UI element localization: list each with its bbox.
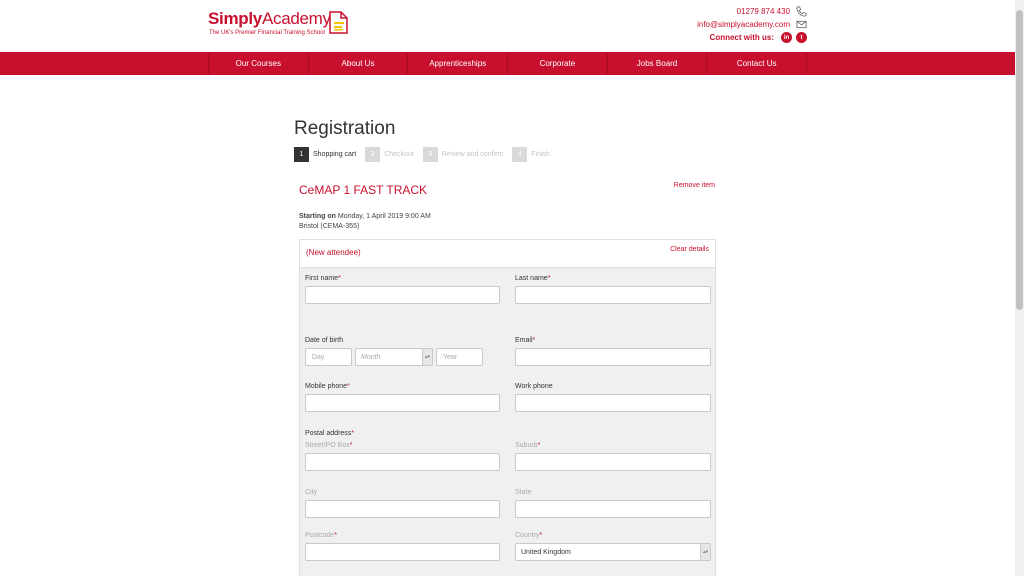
postcode-label: Postcode* <box>305 532 337 539</box>
postcode-label-text: Postcode <box>305 532 335 539</box>
logo-name-bold: Simply <box>208 9 262 28</box>
email-link[interactable]: info@simplyacademy.com <box>697 20 790 29</box>
scrollbar-thumb[interactable] <box>1016 10 1023 310</box>
country-select[interactable]: United Kingdom ▴▾ <box>515 543 711 561</box>
attendee-title: (New attendee) <box>306 248 361 257</box>
attendee-form: (New attendee) Clear details First name*… <box>299 239 716 576</box>
mail-icon <box>796 20 807 29</box>
street-label: Street/PO Box* <box>305 442 352 449</box>
city-input[interactable] <box>305 500 500 518</box>
site-header: SimplyAcademy The UK's Premier Financial… <box>0 0 1015 51</box>
document-logo-icon <box>329 11 348 34</box>
country-label-text: Country <box>515 532 540 539</box>
step-label: Review and confirm <box>441 151 504 158</box>
postal-label-text: Postal address <box>305 430 352 437</box>
email-label: Email* <box>515 337 535 344</box>
chevron-updown-icon: ▴▾ <box>700 544 710 560</box>
required-mark: * <box>547 275 551 282</box>
required-mark: * <box>338 275 341 282</box>
required-mark: * <box>537 442 541 449</box>
nav-about-us[interactable]: About Us <box>307 52 408 75</box>
logo[interactable]: SimplyAcademy The UK's Premier Financial… <box>208 9 353 43</box>
required-mark: * <box>349 442 353 449</box>
step-shopping-cart: 1 Shopping cart <box>294 147 356 162</box>
connect-label: Connect with us: <box>709 33 774 42</box>
step-number: 4 <box>512 147 528 162</box>
postcode-input[interactable] <box>305 543 500 561</box>
contact-block: 01279 874 430 info@simplyacademy.com Con… <box>697 5 807 44</box>
step-number: 2 <box>365 147 381 162</box>
attendee-header: (New attendee) Clear details <box>300 240 715 268</box>
state-label: State <box>515 489 532 496</box>
starting-label: Starting on <box>299 213 336 220</box>
course-location: Bristol (CEMA-355) <box>299 223 360 230</box>
dob-year-input[interactable] <box>436 348 483 366</box>
page: SimplyAcademy The UK's Premier Financial… <box>0 0 1015 576</box>
dob-day-input[interactable] <box>305 348 352 366</box>
starting-value: Monday, 1 April 2019 9:00 AM <box>337 213 431 220</box>
work-phone-input[interactable] <box>515 394 711 412</box>
page-title: Registration <box>294 118 396 139</box>
work-phone-label: Work phone <box>515 383 553 390</box>
step-review-and-confirm: 3 Review and confirm <box>422 147 504 162</box>
mobile-phone-input[interactable] <box>305 394 500 412</box>
course-start-info: Starting on Monday, 1 April 2019 9:00 AM… <box>299 212 431 232</box>
street-input[interactable] <box>305 453 500 471</box>
phone-number[interactable]: 01279 874 430 <box>737 7 790 16</box>
logo-tagline: The UK's Premier Financial Training Scho… <box>209 30 325 36</box>
nav-our-courses[interactable]: Our Courses <box>208 52 308 75</box>
required-mark: * <box>334 532 337 539</box>
twitter-icon[interactable]: t <box>796 32 807 43</box>
nav-corporate[interactable]: Corporate <box>507 52 607 75</box>
registration-content: Registration 1 Shopping cart 2 Checkout … <box>294 118 724 576</box>
step-number: 3 <box>422 147 438 162</box>
mobile-phone-label: Mobile phone* <box>305 383 350 390</box>
step-checkout: 2 Checkout <box>365 147 414 162</box>
step-label: Checkout <box>384 151 414 158</box>
step-number: 1 <box>294 147 309 162</box>
remove-item-link[interactable]: Remove item <box>674 182 715 189</box>
suburb-label-text: Suburb <box>515 442 538 449</box>
logo-name: SimplyAcademy <box>208 9 331 29</box>
step-label: Finish <box>531 151 550 158</box>
required-mark: * <box>347 383 350 390</box>
nav-apprenticeships[interactable]: Apprenticeships <box>407 52 507 75</box>
linkedin-icon[interactable]: in <box>781 32 792 43</box>
last-name-input[interactable] <box>515 286 711 304</box>
required-mark: * <box>532 337 536 344</box>
nav-contact-us[interactable]: Contact Us <box>706 52 808 75</box>
required-mark: * <box>351 430 355 437</box>
registration-steps: 1 Shopping cart 2 Checkout 3 Review and … <box>294 147 559 162</box>
dob-label: Date of birth <box>305 337 344 344</box>
step-finish: 4 Finish <box>512 147 550 162</box>
country-label: Country* <box>515 532 542 539</box>
last-name-label-text: Last name <box>515 275 548 282</box>
phone-icon <box>796 6 807 17</box>
state-input[interactable] <box>515 500 711 518</box>
email-input[interactable] <box>515 348 711 366</box>
course-title: CeMAP 1 FAST TRACK <box>299 183 428 197</box>
last-name-label: Last name* <box>515 275 550 282</box>
first-name-label: First name* <box>305 275 341 282</box>
page-scrollbar[interactable] <box>1015 0 1024 576</box>
email-label-text: Email <box>515 337 533 344</box>
nav-jobs-board[interactable]: Jobs Board <box>606 52 707 75</box>
first-name-label-text: First name <box>305 275 339 282</box>
dob-month-select[interactable]: Month ▴▾ <box>355 348 433 366</box>
clear-details-link[interactable]: Clear details <box>670 246 709 253</box>
postal-address-label: Postal address* <box>305 430 354 437</box>
month-placeholder: Month <box>361 353 381 361</box>
street-label-text: Street/PO Box <box>305 442 350 449</box>
mobile-label-text: Mobile phone <box>305 383 348 390</box>
logo-name-rest: Academy <box>261 9 331 28</box>
required-mark: * <box>539 532 543 539</box>
country-value: United Kingdom <box>521 548 571 556</box>
chevron-updown-icon: ▴▾ <box>422 349 432 365</box>
city-label: City <box>305 489 318 496</box>
first-name-input[interactable] <box>305 286 500 304</box>
step-label: Shopping cart <box>313 151 357 158</box>
suburb-input[interactable] <box>515 453 711 471</box>
suburb-label: Suburb* <box>515 442 540 449</box>
main-nav: Our Courses About Us Apprenticeships Cor… <box>0 52 1015 75</box>
